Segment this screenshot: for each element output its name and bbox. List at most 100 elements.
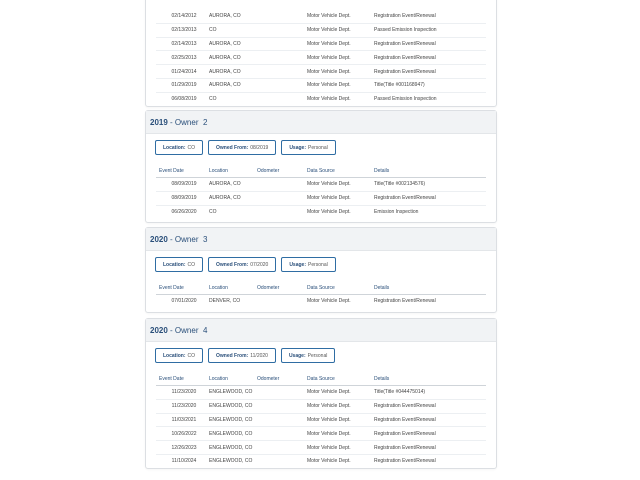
location-chip[interactable]: Location: CO bbox=[155, 348, 203, 363]
column-header: Odometer bbox=[257, 281, 307, 295]
table-row: 11/23/2020 ENGLEWOOD, CO Motor Vehicle Dep… bbox=[156, 385, 486, 400]
owned-from-chip[interactable]: Owned From: 11/2020 bbox=[208, 348, 276, 363]
location-chip[interactable]: Location: CO bbox=[155, 257, 203, 272]
location-cell: AURORA, CO bbox=[209, 177, 257, 192]
chip-label: Owned From: bbox=[216, 352, 249, 359]
chip-value: CO bbox=[187, 261, 196, 268]
owner-year: 2020 bbox=[150, 325, 168, 335]
column-header: Event Date bbox=[156, 372, 209, 386]
chip-value: Personal bbox=[307, 352, 328, 359]
owner-year: 2020 bbox=[150, 234, 168, 244]
location-cell: ENGLEWOOD, CO bbox=[209, 426, 257, 442]
column-header: Details bbox=[374, 164, 486, 178]
odometer-cell bbox=[257, 440, 307, 455]
event-date-cell: 08/09/2019 bbox=[156, 177, 209, 192]
data-source-cell: Motor Vehicle Dept. bbox=[307, 208, 351, 215]
event-date-cell: 11/10/2024 bbox=[171, 458, 197, 465]
odometer-cell bbox=[257, 399, 307, 414]
owned-from-chip[interactable]: Owned From: 08/2019 bbox=[208, 140, 277, 155]
location-cell: AURORA, CO bbox=[209, 50, 257, 66]
owner-1-history-table: 02/14/2012 AURORA, CO Motor Vehicle Dept. R… bbox=[156, 10, 486, 106]
data-source-cell: Motor Vehicle Dept. bbox=[307, 37, 374, 52]
table-header-row: Event Date Location Odometer Data Source Det… bbox=[156, 164, 486, 178]
chip-label: Usage: bbox=[289, 144, 306, 151]
details-cell: Emission Inspection bbox=[374, 208, 419, 215]
owned-from-chip[interactable]: Owned From: 07/2020 bbox=[208, 257, 277, 272]
odometer-cell bbox=[257, 23, 307, 38]
odometer-cell bbox=[257, 10, 307, 24]
owner-4-history-table: Event Date Location Odometer Data Source Det… bbox=[156, 372, 486, 468]
chip-value: 11/2020 bbox=[250, 352, 268, 359]
column-header: Location bbox=[209, 372, 257, 386]
location-cell: ENGLEWOOD, CO bbox=[209, 385, 257, 400]
data-source-cell: Motor Vehicle Dept. bbox=[307, 96, 351, 103]
data-source-cell: Motor Vehicle Dept. bbox=[307, 426, 374, 442]
column-header: Odometer bbox=[257, 372, 307, 386]
odometer-cell bbox=[257, 64, 307, 79]
table-row: 07/01/2020 DENVER, CO Motor Vehicle Dept. R… bbox=[156, 295, 486, 308]
event-date-cell: 11/23/2020 bbox=[156, 399, 209, 414]
owner-4-card: 2020 - Owner 4 Location: CO Owned From: 11… bbox=[145, 318, 497, 469]
chip-value: Personal bbox=[308, 144, 328, 151]
odometer-cell bbox=[257, 37, 307, 52]
event-date-cell: 06/08/2019 bbox=[171, 96, 197, 103]
details-cell: Registration Event/Renewal bbox=[374, 440, 486, 455]
owner-3-history-table: Event Date Location Odometer Data Source Det… bbox=[156, 281, 486, 308]
event-date-cell: 10/26/2022 bbox=[156, 426, 209, 442]
usage-chip[interactable]: Usage: Personal bbox=[281, 140, 336, 155]
chip-label: Owned From: bbox=[216, 261, 249, 268]
details-cell: Registration Event/Renewal bbox=[374, 50, 486, 66]
column-header: Data Source bbox=[307, 372, 374, 386]
odometer-cell bbox=[257, 385, 307, 400]
table-row: 02/25/2013 AURORA, CO Motor Vehicle Dept. R… bbox=[156, 50, 486, 66]
chip-label: Owned From: bbox=[216, 144, 249, 151]
location-cell: ENGLEWOOD, CO bbox=[209, 413, 257, 428]
odometer-cell bbox=[257, 295, 307, 308]
location-cell: DENVER, CO bbox=[209, 298, 241, 305]
location-cell: CO bbox=[209, 23, 257, 38]
details-cell: Registration Event/Renewal bbox=[374, 426, 486, 442]
odometer-cell bbox=[257, 413, 307, 428]
data-source-cell: Motor Vehicle Dept. bbox=[307, 298, 351, 305]
table-row: 08/09/2019 AURORA, CO Motor Vehicle Dept. T… bbox=[156, 177, 486, 192]
table-row: 02/13/2013 CO Motor Vehicle Dept. Passed Em… bbox=[156, 23, 486, 38]
event-date-cell: 11/03/2021 bbox=[156, 413, 209, 428]
details-cell: Title(Title #044475014) bbox=[374, 385, 486, 400]
event-date-cell: 08/09/2019 bbox=[156, 191, 209, 206]
details-cell: Registration Event/Renewal bbox=[374, 458, 436, 465]
owner-number: 3 bbox=[202, 234, 208, 244]
data-source-cell: Motor Vehicle Dept. bbox=[307, 50, 374, 66]
chip-label: Usage: bbox=[289, 261, 306, 268]
table-row: 01/29/2019 AURORA, CO Motor Vehicle Dept. T… bbox=[156, 78, 486, 93]
details-cell: Registration Event/Renewal bbox=[374, 399, 486, 414]
location-cell: ENGLEWOOD, CO bbox=[209, 458, 253, 465]
owner-3-card: 2020 - Owner 3 Location: CO Owned From: 07… bbox=[145, 227, 497, 313]
details-cell: Passed Emission Inspection bbox=[374, 23, 486, 38]
odometer-cell bbox=[257, 50, 307, 66]
owner-2-header: 2019 - Owner 2 bbox=[146, 111, 496, 134]
event-date-cell: 01/29/2019 bbox=[156, 78, 209, 93]
table-row: 01/24/2014 AURORA, CO Motor Vehicle Dept. R… bbox=[156, 64, 486, 79]
location-cell: CO bbox=[209, 208, 217, 215]
event-date-cell: 01/24/2014 bbox=[156, 64, 209, 79]
usage-chip[interactable]: Usage: Personal bbox=[281, 257, 336, 272]
column-header: Location bbox=[209, 281, 257, 295]
details-cell: Registration Event/Renewal bbox=[374, 413, 486, 428]
odometer-cell bbox=[257, 205, 307, 218]
owner-label: - Owner bbox=[170, 234, 199, 244]
chip-value: CO bbox=[187, 144, 196, 151]
location-cell: AURORA, CO bbox=[209, 191, 257, 206]
location-cell: AURORA, CO bbox=[209, 37, 257, 52]
location-chip[interactable]: Location: CO bbox=[155, 140, 203, 155]
event-date-cell: 02/14/2013 bbox=[156, 37, 209, 52]
location-cell: AURORA, CO bbox=[209, 64, 257, 79]
column-header: Details bbox=[374, 372, 486, 386]
usage-chip[interactable]: Usage: Personal bbox=[280, 348, 336, 363]
event-date-cell: 07/01/2020 bbox=[171, 298, 197, 305]
details-cell: Title(Title #001168947) bbox=[374, 78, 486, 93]
odometer-cell bbox=[257, 78, 307, 93]
event-date-cell: 06/26/2020 bbox=[171, 208, 197, 215]
column-header: Location bbox=[209, 164, 257, 178]
table-row: 11/23/2020 ENGLEWOOD, CO Motor Vehicle Dep… bbox=[156, 399, 486, 414]
data-source-cell: Motor Vehicle Dept. bbox=[307, 385, 374, 400]
